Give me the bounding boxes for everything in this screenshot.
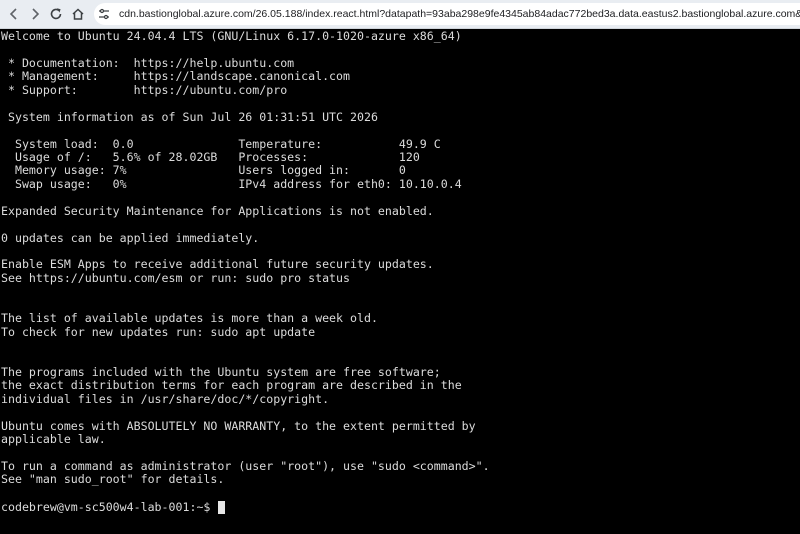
terminal-prompt: codebrew@vm-sc500w4-lab-001:~$ — [1, 500, 218, 514]
terminal-line: To run a command as administrator (user … — [1, 459, 490, 473]
terminal-line: * Support: https://ubuntu.com/pro — [1, 82, 288, 97]
terminal-line: See "man sudo_root" for details. — [1, 472, 225, 487]
address-bar[interactable]: cdn.bastionglobal.azure.com/26.05.188/in… — [94, 3, 800, 25]
terminal-line: Welcome to Ubuntu 24.04.4 LTS (GNU/Linux… — [1, 30, 462, 43]
terminal-line: * Documentation: https://help.ubuntu.com — [1, 55, 295, 70]
terminal-line: See https://ubuntu.com/esm or run: sudo … — [1, 270, 351, 285]
address-bar-url: cdn.bastionglobal.azure.com/26.05.188/in… — [119, 8, 800, 20]
home-icon[interactable] — [68, 4, 88, 24]
back-icon[interactable] — [4, 4, 24, 24]
terminal-line: Usage of /: 5.6% of 28.02GB Processes: 1… — [1, 149, 420, 164]
terminal-line: The programs included with the Ubuntu sy… — [1, 364, 441, 379]
terminal-line: Ubuntu comes with ABSOLUTELY NO WARRANTY… — [1, 418, 476, 433]
terminal-line: Enable ESM Apps to receive additional fu… — [1, 257, 434, 272]
terminal-line: System load: 0.0 Temperature: 49.9 C — [1, 136, 441, 151]
terminal-line: The list of available updates is more th… — [1, 311, 378, 326]
site-info-icon[interactable] — [97, 7, 111, 21]
terminal-line: 0 updates can be applied immediately. — [1, 230, 260, 245]
terminal-line: individual files in /usr/share/doc/*/cop… — [1, 391, 330, 406]
terminal-line: Swap usage: 0% IPv4 address for eth0: 10… — [1, 176, 462, 191]
terminal-line: the exact distribution terms for each pr… — [1, 378, 462, 393]
terminal-line: Expanded Security Maintenance for Applic… — [1, 203, 434, 218]
terminal-output[interactable]: Welcome to Ubuntu 24.04.4 LTS (GNU/Linux… — [1, 30, 800, 534]
terminal-line: System information as of Sun Jul 26 01:3… — [1, 109, 378, 124]
terminal-line: Memory usage: 7% Users logged in: 0 — [1, 163, 406, 178]
terminal-cursor — [218, 500, 226, 514]
terminal-line: * Management: https://landscape.canonica… — [1, 69, 351, 84]
terminal-line: applicable law. — [1, 432, 106, 447]
forward-icon[interactable] — [25, 4, 45, 24]
terminal-prompt-line[interactable]: codebrew@vm-sc500w4-lab-001:~$ — [1, 500, 226, 514]
terminal-line: To check for new updates run: sudo apt u… — [1, 324, 316, 339]
browser-toolbar: cdn.bastionglobal.azure.com/26.05.188/in… — [0, 0, 800, 29]
reload-icon[interactable] — [46, 4, 66, 24]
